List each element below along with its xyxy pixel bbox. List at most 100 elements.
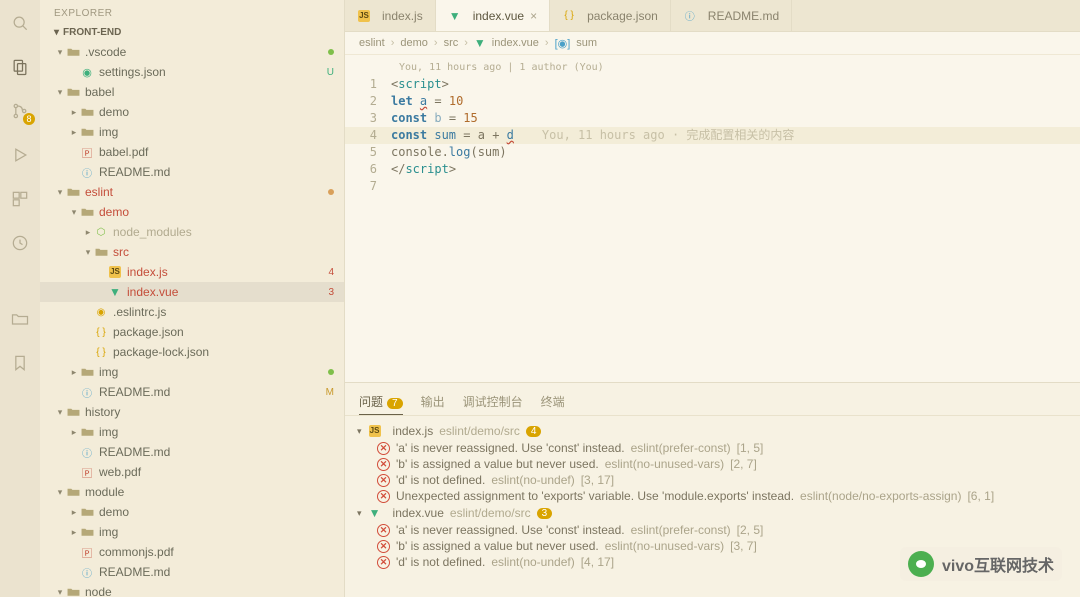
panel-tab[interactable]: 输出 — [421, 389, 445, 415]
chevron-down-icon: ▾ — [54, 27, 59, 38]
tree-item[interactable]: 🄿commonjs.pdf — [40, 542, 344, 562]
sidebar: EXPLORER ▾FRONT-END ▾.vscode◉settings.js… — [40, 0, 345, 597]
md-icon: ⓘ — [80, 165, 94, 179]
tree-item-label: img — [99, 365, 322, 379]
tree-item[interactable]: ◉settings.jsonU — [40, 62, 344, 82]
editor-tab[interactable]: { }package.json — [550, 0, 671, 31]
tree-item-label: README.md — [99, 445, 334, 459]
chevron-icon: ▾ — [82, 247, 94, 258]
editor-tab[interactable]: JSindex.js — [345, 0, 436, 31]
tab-label: index.vue — [473, 9, 524, 23]
problem-item[interactable]: ✕'a' is never reassigned. Use 'const' in… — [353, 522, 1072, 538]
tree-item[interactable]: ⓘ README.md — [40, 442, 344, 462]
tree-item[interactable]: ▾babel — [40, 82, 344, 102]
tree-item[interactable]: ⓘREADME.md — [40, 162, 344, 182]
sidebar-section[interactable]: ▾FRONT-END — [40, 23, 344, 42]
breadcrumb-item[interactable]: sum — [576, 37, 597, 49]
chevron-icon: ▾ — [54, 587, 66, 597]
problem-message: 'b' is assigned a value but never used. — [396, 457, 599, 471]
tree-item[interactable]: JSindex.js4 — [40, 262, 344, 282]
extensions-icon[interactable] — [9, 188, 31, 210]
tree-item[interactable]: ▸img — [40, 422, 344, 442]
problem-rule: eslint(no-unused-vars) — [605, 539, 724, 553]
sidebar-title: EXPLORER — [40, 0, 344, 23]
tree-item[interactable]: ⓘREADME.md — [40, 562, 344, 582]
chevron-down-icon: ▾ — [357, 426, 362, 437]
tree-item[interactable]: ▸img — [40, 122, 344, 142]
tree-item[interactable]: ▾history — [40, 402, 344, 422]
debug-icon[interactable] — [9, 144, 31, 166]
tree-item[interactable]: ◉.eslintrc.js — [40, 302, 344, 322]
tree-item[interactable]: { }package.json — [40, 322, 344, 342]
tree-item[interactable]: ⓘREADME.mdM — [40, 382, 344, 402]
bookmark-icon[interactable] — [9, 352, 31, 374]
problem-message: 'd' is not defined. — [396, 473, 485, 487]
tree-item[interactable]: 🄿web.pdf — [40, 462, 344, 482]
problem-message: 'a' is never reassigned. Use 'const' ins… — [396, 441, 625, 455]
panel-tab[interactable]: 问题7 — [359, 389, 403, 415]
tree-item-label: demo — [99, 105, 334, 119]
tree-item[interactable]: ▾demo — [40, 202, 344, 222]
wechat-icon — [908, 551, 934, 577]
breadcrumb-item[interactable]: index.vue — [492, 37, 539, 49]
tree-item[interactable]: ▾.vscode — [40, 42, 344, 62]
tree-item[interactable]: 🄿babel.pdf — [40, 142, 344, 162]
problem-item[interactable]: ✕Unexpected assignment to 'exports' vari… — [353, 488, 1072, 504]
code-line: </script> — [391, 161, 456, 178]
code-area[interactable]: You, 11 hours ago | 1 author (You) 1<scr… — [345, 55, 1080, 382]
js-icon: JS — [368, 424, 382, 438]
error-icon: ✕ — [377, 442, 390, 455]
problem-rule: eslint(no-undef) — [491, 555, 574, 569]
tree-item[interactable]: ▾eslint — [40, 182, 344, 202]
code-line: const sum = a + dYou, 11 hours ago · 完成配… — [391, 127, 794, 144]
vue-icon: ▼ — [368, 506, 382, 520]
tree-item[interactable]: ▸⬡node_modules — [40, 222, 344, 242]
tree-item[interactable]: ▾ node — [40, 582, 344, 597]
tree-item[interactable]: ▸demo — [40, 502, 344, 522]
problem-item[interactable]: ✕'b' is assigned a value but never used.… — [353, 456, 1072, 472]
tree-item[interactable]: ▼index.vue3 — [40, 282, 344, 302]
code-lens: You, 11 hours ago | 1 author (You) — [345, 59, 1080, 76]
breadcrumb-item[interactable]: eslint — [359, 37, 385, 49]
tree-item-label: web.pdf — [99, 465, 334, 479]
vue-icon: ▼ — [448, 9, 462, 23]
tree-item[interactable]: ▸img — [40, 362, 344, 382]
tree-item[interactable]: { }package-lock.json — [40, 342, 344, 362]
breadcrumb-item[interactable]: src — [444, 37, 459, 49]
md-icon: ⓘ — [80, 565, 94, 579]
problem-item[interactable]: ✕ 'a' is never reassigned. Use 'const' in… — [353, 440, 1072, 456]
tree-item[interactable]: ▾src — [40, 242, 344, 262]
tree-item[interactable]: ▸demo — [40, 102, 344, 122]
problem-item[interactable]: ✕'d' is not defined. eslint(no-undef) [3… — [353, 472, 1072, 488]
tree-item-label: demo — [99, 505, 334, 519]
tab-label: index.js — [382, 9, 423, 23]
panel-tab[interactable]: 终端 — [541, 389, 565, 415]
breadcrumb[interactable]: eslint›demo›src›▼index.vue›[◉]sum — [345, 32, 1080, 55]
vue-icon: ▼ — [108, 285, 122, 299]
code-line: let a = 10 — [391, 93, 463, 110]
panel-tab[interactable]: 调试控制台 — [463, 389, 523, 415]
line-number: 3 — [345, 110, 391, 127]
problem-file[interactable]: ▾JSindex.js eslint/demo/src 4 — [353, 422, 1072, 440]
tree-item-label: commonjs.pdf — [99, 545, 334, 559]
line-number: 4 — [345, 127, 391, 144]
tree-item-label: settings.json — [99, 65, 321, 79]
explorer-icon[interactable] — [9, 56, 31, 78]
search-icon[interactable] — [9, 12, 31, 34]
problem-file-path: eslint/demo/src — [450, 506, 531, 520]
tree-item-label: demo — [99, 205, 334, 219]
breadcrumb-item[interactable]: demo — [400, 37, 428, 49]
problem-rule: eslint(no-undef) — [491, 473, 574, 487]
problem-file[interactable]: ▾▼index.vue eslint/demo/src 3 — [353, 504, 1072, 522]
editor-tab[interactable]: ▼ index.vue × — [436, 0, 550, 31]
folder-open-icon[interactable] — [9, 308, 31, 330]
scm-icon[interactable]: 8 — [9, 100, 31, 122]
timeline-icon[interactable] — [9, 232, 31, 254]
tree-item-label: package.json — [113, 325, 334, 339]
tree-item[interactable]: ▸img — [40, 522, 344, 542]
tree-item-label: node — [85, 585, 334, 597]
editor-tab[interactable]: ⓘREADME.md — [671, 0, 792, 31]
md-icon: ⓘ — [80, 445, 94, 459]
close-icon[interactable]: × — [530, 9, 537, 23]
tree-item[interactable]: ▾module — [40, 482, 344, 502]
